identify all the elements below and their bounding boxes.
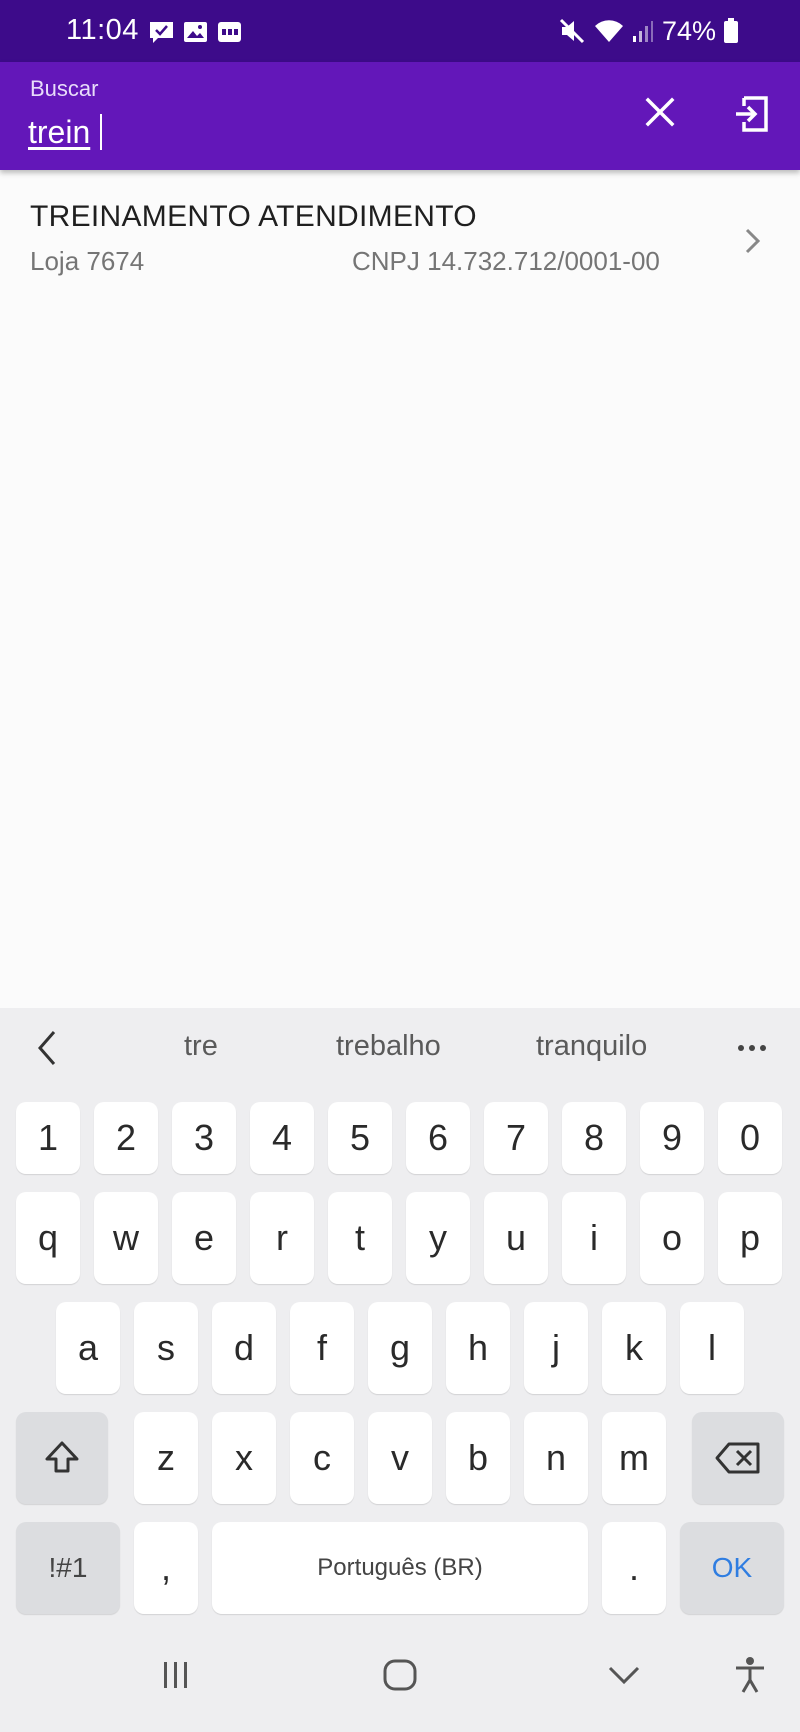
key-9[interactable]: 9 <box>640 1102 704 1174</box>
search-input[interactable] <box>28 108 588 156</box>
key-s[interactable]: s <box>134 1302 198 1394</box>
result-title: TREINAMENTO ATENDIMENTO <box>30 200 477 233</box>
key-b[interactable]: b <box>446 1412 510 1504</box>
shift-key[interactable] <box>16 1412 108 1504</box>
key-f[interactable]: f <box>290 1302 354 1394</box>
key-o[interactable]: o <box>640 1192 704 1284</box>
list-item[interactable]: TREINAMENTO ATENDIMENTO Loja 7674 CNPJ 1… <box>0 170 800 282</box>
check-message-icon <box>150 22 173 43</box>
suggestion-bar: tre trebalho tranquilo <box>0 1008 800 1090</box>
key-4[interactable]: 4 <box>250 1102 314 1174</box>
key-2[interactable]: 2 <box>94 1102 158 1174</box>
ok-key[interactable]: OK <box>680 1522 784 1614</box>
more-options-icon[interactable] <box>732 1030 772 1066</box>
recent-apps-button[interactable] <box>146 1650 206 1700</box>
chevron-down-icon <box>608 1666 640 1685</box>
clear-search-button[interactable] <box>636 88 684 136</box>
mute-icon <box>559 18 585 44</box>
search-label: Buscar <box>30 76 99 101</box>
chevron-right-icon <box>745 228 761 254</box>
exit-to-app-icon <box>736 96 768 132</box>
key-i[interactable]: i <box>562 1192 626 1284</box>
close-icon <box>645 97 675 127</box>
key-u[interactable]: u <box>484 1192 548 1284</box>
key-c[interactable]: c <box>290 1412 354 1504</box>
key-y[interactable]: y <box>406 1192 470 1284</box>
result-cnpj: CNPJ 14.732.712/0001-00 <box>352 246 660 276</box>
suggestion-3[interactable]: tranquilo <box>536 1030 647 1063</box>
key-z[interactable]: z <box>134 1412 198 1504</box>
home-icon <box>383 1659 417 1691</box>
key-a[interactable]: a <box>56 1302 120 1394</box>
text-cursor <box>100 114 102 150</box>
key-j[interactable]: j <box>524 1302 588 1394</box>
key-m[interactable]: m <box>602 1412 666 1504</box>
suggestion-1[interactable]: tre <box>184 1030 218 1063</box>
backspace-icon <box>715 1442 760 1474</box>
key-r[interactable]: r <box>250 1192 314 1284</box>
key-g[interactable]: g <box>368 1302 432 1394</box>
key-h[interactable]: h <box>446 1302 510 1394</box>
sms-icon <box>218 22 241 42</box>
wifi-icon <box>594 20 623 42</box>
suggestion-2[interactable]: trebalho <box>336 1030 441 1063</box>
status-bar: 11:04 74% <box>0 0 800 62</box>
result-store: Loja 7674 <box>30 246 145 276</box>
signal-icon <box>632 21 653 42</box>
recent-apps-icon <box>164 1662 187 1688</box>
accessibility-button[interactable] <box>720 1650 780 1700</box>
battery-icon <box>724 18 738 43</box>
image-icon <box>184 22 207 42</box>
key-1[interactable]: 1 <box>16 1102 80 1174</box>
key-7[interactable]: 7 <box>484 1102 548 1174</box>
accessibility-icon <box>736 1657 764 1693</box>
exit-button[interactable] <box>726 88 778 140</box>
space-key[interactable]: Português (BR) <box>212 1522 588 1614</box>
result-list: TREINAMENTO ATENDIMENTO Loja 7674 CNPJ 1… <box>0 170 800 282</box>
key-t[interactable]: t <box>328 1192 392 1284</box>
key-d[interactable]: d <box>212 1302 276 1394</box>
system-status: 74% <box>558 16 738 46</box>
key-k[interactable]: k <box>602 1302 666 1394</box>
key-0[interactable]: 0 <box>718 1102 782 1174</box>
battery-percent: 74% <box>661 15 716 46</box>
comma-key[interactable]: , <box>134 1522 198 1614</box>
key-8[interactable]: 8 <box>562 1102 626 1174</box>
key-v[interactable]: v <box>368 1412 432 1504</box>
key-x[interactable]: x <box>212 1412 276 1504</box>
key-e[interactable]: e <box>172 1192 236 1284</box>
search-app-bar: Buscar <box>0 62 800 170</box>
key-6[interactable]: 6 <box>406 1102 470 1174</box>
home-button[interactable] <box>370 1650 430 1700</box>
notification-icons <box>148 18 243 46</box>
hide-keyboard-button[interactable] <box>594 1650 654 1700</box>
period-key[interactable]: . <box>602 1522 666 1614</box>
shift-icon <box>45 1441 79 1473</box>
backspace-key[interactable] <box>692 1412 784 1504</box>
status-time: 11:04 <box>66 14 139 46</box>
key-w[interactable]: w <box>94 1192 158 1284</box>
key-q[interactable]: q <box>16 1192 80 1284</box>
key-n[interactable]: n <box>524 1412 588 1504</box>
key-5[interactable]: 5 <box>328 1102 392 1174</box>
key-l[interactable]: l <box>680 1302 744 1394</box>
symbols-key[interactable]: !#1 <box>16 1522 120 1614</box>
system-navigation-bar <box>0 1616 800 1732</box>
key-3[interactable]: 3 <box>172 1102 236 1174</box>
key-p[interactable]: p <box>718 1192 782 1284</box>
chevron-left-icon[interactable] <box>30 1028 64 1068</box>
